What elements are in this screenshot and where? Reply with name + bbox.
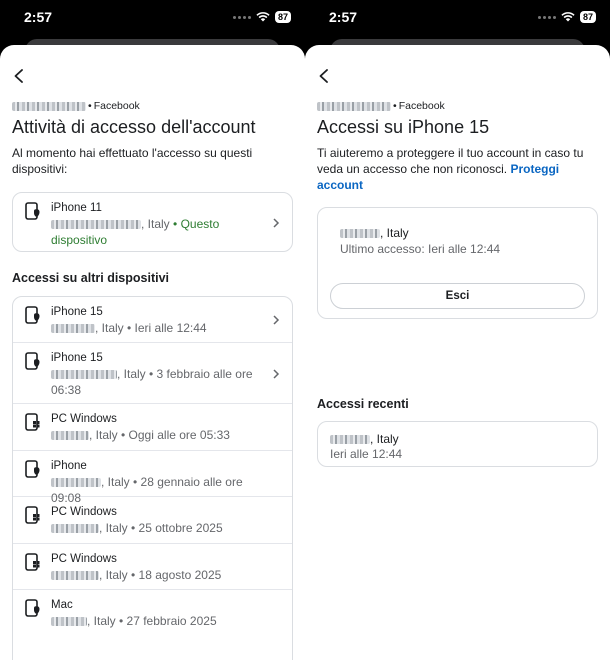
device-meta-text: , Italy • Oggi alle ore 05:33 <box>89 428 230 442</box>
device-row[interactable]: iPhone 15 , Italy • Ieri alle 12:44 <box>13 297 292 343</box>
logout-button[interactable]: Esci <box>330 283 585 309</box>
signal-icon <box>537 15 556 19</box>
windows-pc-icon <box>25 506 40 524</box>
device-meta: , Italy • 18 agosto 2025 <box>51 567 262 583</box>
battery-indicator: 87 <box>274 11 291 23</box>
breadcrumb: • Facebook <box>12 100 140 112</box>
chevron-right-icon <box>273 369 280 379</box>
device-detail-sheet: • Facebook Accessi su iPhone 15 Ti aiute… <box>305 45 610 660</box>
device-meta-text: , Italy • 27 febbraio 2025 <box>87 614 217 628</box>
chevron-right-icon <box>273 218 280 228</box>
session-card: , Italy Ultimo accesso: Ieri alle 12:44 … <box>317 207 598 319</box>
windows-pc-icon <box>25 413 40 431</box>
other-devices-list: iPhone 15 , Italy • Ieri alle 12:44 iPho… <box>12 296 293 660</box>
device-meta-text: , Italy • 25 ottobre 2025 <box>99 521 223 535</box>
device-name: iPhone <box>51 460 87 472</box>
device-name: Mac <box>51 599 73 611</box>
status-time: 2:57 <box>24 9 53 25</box>
mac-icon <box>25 599 40 617</box>
back-arrow-icon[interactable] <box>317 69 331 83</box>
page-description: Al momento hai effettuato l'accesso su q… <box>12 146 253 176</box>
redacted-city <box>340 229 380 239</box>
back-arrow-icon[interactable] <box>12 69 26 83</box>
this-device-separator: • <box>173 217 178 231</box>
redacted-city <box>51 524 99 534</box>
last-access: Ultimo accesso: Ieri alle 12:44 <box>340 242 501 256</box>
recent-accesses-title: Accessi recenti <box>317 397 409 411</box>
redacted-city <box>51 220 141 230</box>
account-activity-sheet: • Facebook Attività di accesso dell'acco… <box>0 45 305 660</box>
breadcrumb-label: Facebook <box>93 100 140 112</box>
redacted-city <box>51 478 101 488</box>
phone-icon <box>25 202 40 220</box>
recent-access-item: , Italy Ieri alle 12:44 <box>317 421 598 467</box>
session-location-text: , Italy <box>380 226 409 240</box>
current-device-location: , Italy <box>141 217 170 231</box>
device-name: iPhone 15 <box>51 306 103 318</box>
device-row[interactable]: Mac , Italy • 27 febbraio 2025 <box>13 590 292 636</box>
page-title: Accessi su iPhone 15 <box>317 117 490 137</box>
device-row[interactable]: iPhone , Italy • 28 gennaio alle ore 09:… <box>13 451 292 505</box>
device-meta-text: , Italy • 18 agosto 2025 <box>99 568 222 582</box>
device-meta: , Italy • Ieri alle 12:44 <box>51 320 262 336</box>
breadcrumb-separator: • <box>393 100 397 112</box>
breadcrumb-separator: • <box>88 100 92 112</box>
wifi-icon <box>561 12 575 22</box>
status-icons: 87 <box>537 11 596 23</box>
status-time: 2:57 <box>329 9 358 25</box>
current-device-name: iPhone 11 <box>51 202 102 214</box>
other-devices-title: Accessi su altri dispositivi <box>12 271 170 285</box>
device-row[interactable]: PC Windows , Italy • Oggi alle ore 05:33 <box>13 404 292 451</box>
chevron-right-icon <box>273 315 280 325</box>
current-device-meta: , Italy • Questo dispositivo <box>51 216 262 248</box>
windows-pc-icon <box>25 553 40 571</box>
device-meta: , Italy • 3 febbraio alle ore 06:38 <box>51 366 262 398</box>
left-screen: 2:57 87 • Facebook Attività di accesso d… <box>0 0 305 660</box>
device-name: PC Windows <box>51 413 117 425</box>
status-bar: 2:57 87 <box>305 0 610 38</box>
device-row[interactable]: PC Windows , Italy • 25 ottobre 2025 <box>13 497 292 544</box>
device-meta-text: , Italy • Ieri alle 12:44 <box>95 321 207 335</box>
status-icons: 87 <box>232 11 291 23</box>
device-meta: , Italy • Oggi alle ore 05:33 <box>51 427 262 443</box>
device-meta: , Italy • 25 ottobre 2025 <box>51 520 262 536</box>
phone-icon <box>25 352 40 370</box>
redacted-account-name <box>12 101 86 111</box>
redacted-city <box>51 324 95 334</box>
page-description: Ti aiuteremo a proteggere il tuo account… <box>317 145 599 193</box>
phone-icon <box>25 460 40 478</box>
device-row[interactable]: PC Windows , Italy • 18 agosto 2025 <box>13 544 292 590</box>
device-name: PC Windows <box>51 553 117 565</box>
current-device-card[interactable]: iPhone 11 , Italy • Questo dispositivo <box>12 192 293 252</box>
redacted-city <box>51 617 87 627</box>
device-row[interactable]: iPhone 15 , Italy • 3 febbraio alle ore … <box>13 343 292 404</box>
status-bar: 2:57 87 <box>0 0 305 38</box>
device-meta: , Italy • 27 febbraio 2025 <box>51 613 262 629</box>
breadcrumb-label: Facebook <box>398 100 445 112</box>
session-location: , Italy <box>340 226 409 240</box>
recent-location-text: , Italy <box>370 432 399 446</box>
battery-indicator: 87 <box>579 11 596 23</box>
recent-time: Ieri alle 12:44 <box>330 447 403 461</box>
page-title: Attività di accesso dell'account <box>12 117 256 137</box>
redacted-city <box>51 431 89 441</box>
device-name: PC Windows <box>51 506 117 518</box>
breadcrumb: • Facebook <box>317 100 445 112</box>
redacted-account-name <box>317 101 391 111</box>
signal-icon <box>232 15 251 19</box>
wifi-icon <box>256 12 270 22</box>
recent-location: , Italy <box>330 432 399 446</box>
right-screen: 2:57 87 • Facebook Accessi su iPhone 15 … <box>305 0 610 660</box>
redacted-city <box>51 571 99 581</box>
phone-icon <box>25 306 40 324</box>
device-name: iPhone 15 <box>51 352 103 364</box>
redacted-city <box>51 370 117 380</box>
redacted-city <box>330 435 370 445</box>
